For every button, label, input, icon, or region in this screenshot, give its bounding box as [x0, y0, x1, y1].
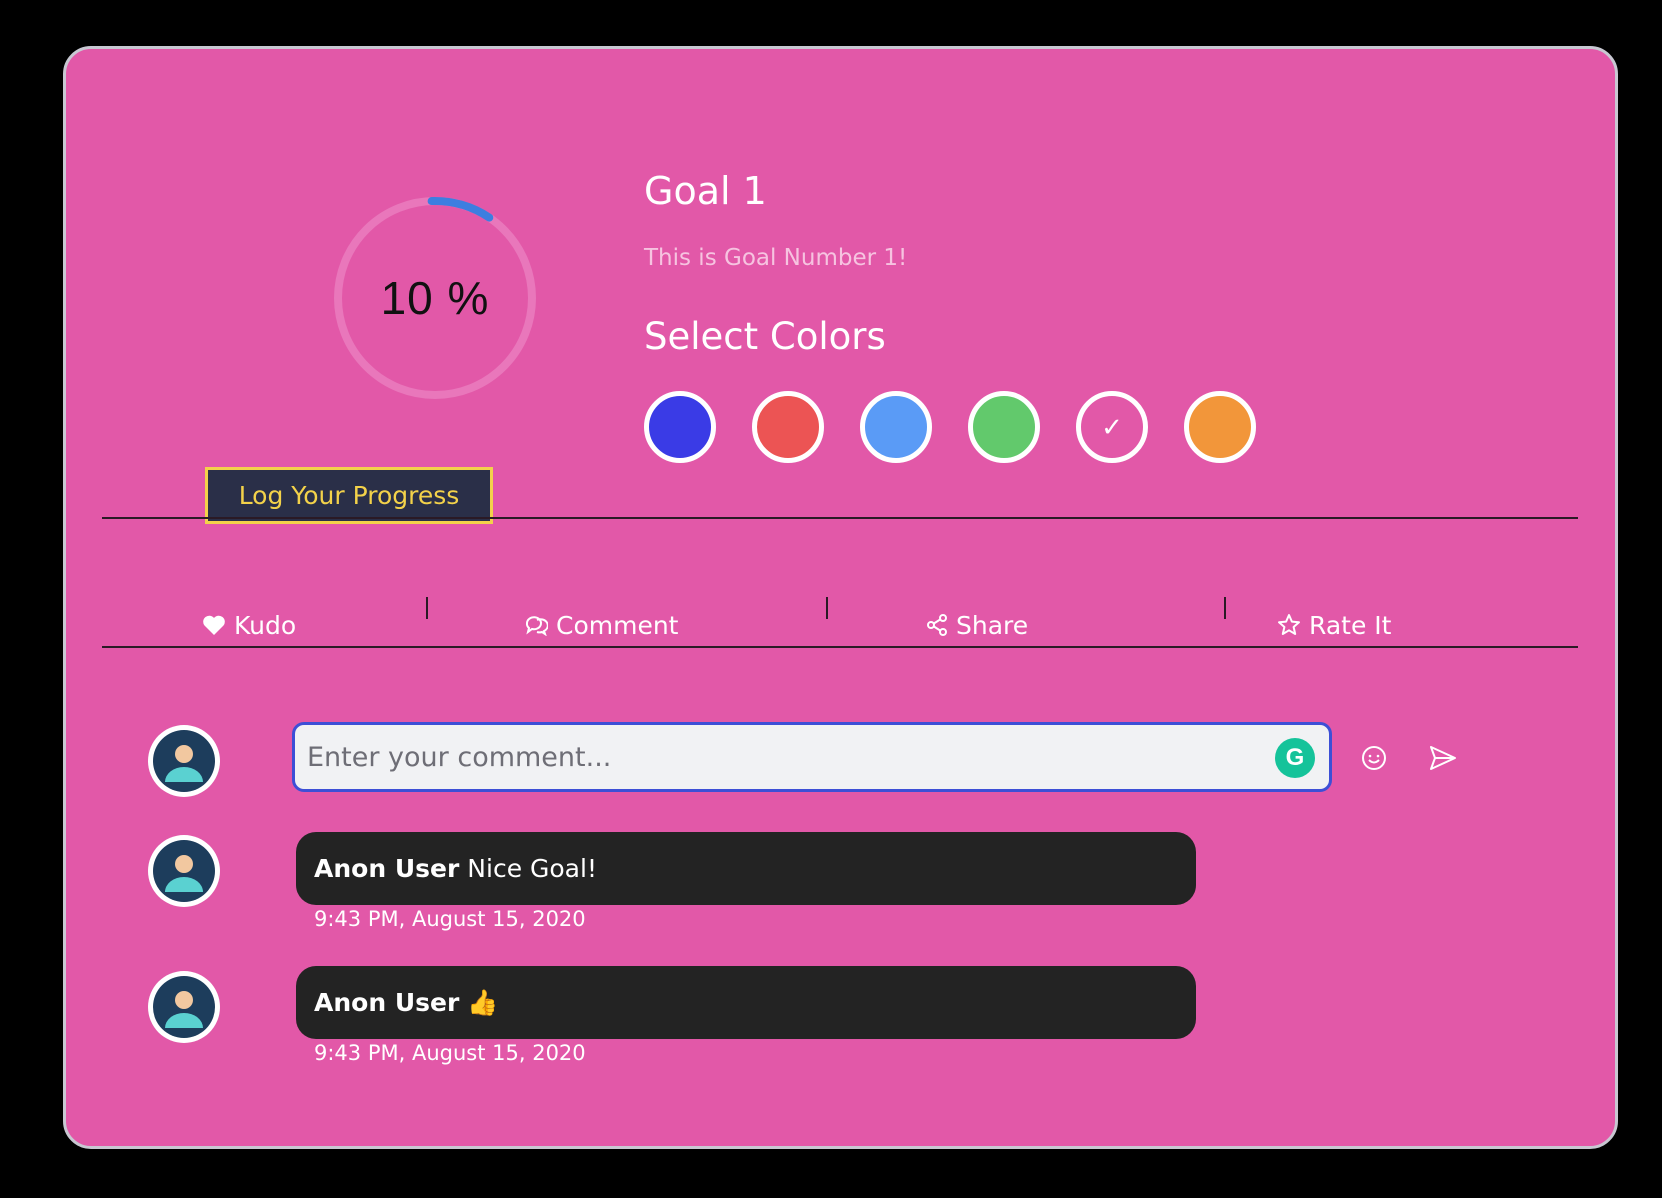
share-button[interactable]: Share [926, 589, 1028, 661]
smiley-icon [1362, 746, 1386, 770]
select-colors-heading: Select Colors [644, 315, 886, 358]
divider-bottom [102, 646, 1578, 648]
user-avatar-icon [153, 840, 215, 902]
goal-title: Goal 1 [644, 169, 767, 213]
heart-icon [203, 615, 225, 635]
grammarly-icon[interactable]: G [1275, 738, 1315, 778]
comment-bubble: Anon User Nice Goal! [296, 832, 1196, 905]
comment-label: Comment [556, 610, 679, 640]
kudo-label: Kudo [234, 610, 297, 640]
color-swatch-blue[interactable] [644, 391, 716, 463]
color-swatch-red[interactable] [752, 391, 824, 463]
log-progress-button[interactable]: Log Your Progress [205, 467, 493, 524]
send-button[interactable] [1423, 738, 1463, 778]
comment-author: Anon User [314, 988, 460, 1017]
color-swatch-pink-selected[interactable]: ✓ [1076, 391, 1148, 463]
comment-author: Anon User [314, 854, 460, 883]
comment-text: 👍 [467, 987, 499, 1017]
share-label: Share [956, 610, 1029, 640]
progress-ring: 10 % [318, 181, 552, 415]
share-icon [927, 614, 947, 636]
chat-bubbles-icon [525, 616, 548, 636]
comment-input[interactable] [295, 725, 1329, 789]
divider-top [102, 517, 1578, 519]
kudo-button[interactable]: Kudo [202, 589, 296, 661]
comment-timestamp: 9:43 PM, August 15, 2020 [314, 1041, 586, 1065]
avatar [148, 835, 220, 907]
rate-button[interactable]: Rate It [1277, 589, 1391, 661]
avatar [148, 971, 220, 1043]
action-bar: Kudo Comment Share Rate It [102, 589, 1578, 661]
user-avatar-icon [153, 976, 215, 1038]
color-swatch-orange[interactable] [1184, 391, 1256, 463]
rate-label: Rate It [1309, 610, 1392, 640]
action-separator [426, 597, 428, 619]
user-avatar-icon [153, 730, 215, 792]
star-icon [1278, 614, 1300, 635]
checkmark-icon: ✓ [1101, 412, 1123, 442]
emoji-button[interactable] [1354, 738, 1394, 778]
action-separator [826, 597, 828, 619]
color-swatches: ✓ [644, 391, 1256, 463]
goal-description: This is Goal Number 1! [644, 245, 908, 271]
avatar [148, 725, 220, 797]
comment-bubble: Anon User 👍 [296, 966, 1196, 1039]
progress-percent: 10 % [380, 272, 490, 324]
action-separator [1224, 597, 1226, 619]
color-swatch-green[interactable] [968, 391, 1040, 463]
color-swatch-light-blue[interactable] [860, 391, 932, 463]
send-icon [1430, 746, 1456, 770]
comment-timestamp: 9:43 PM, August 15, 2020 [314, 907, 586, 931]
comment-input-wrapper: G [292, 722, 1332, 792]
goal-card: 10 % Log Your Progress Goal 1 This is Go… [63, 46, 1618, 1149]
comment-text: Nice Goal! [467, 854, 597, 883]
comment-button[interactable]: Comment [524, 589, 679, 661]
